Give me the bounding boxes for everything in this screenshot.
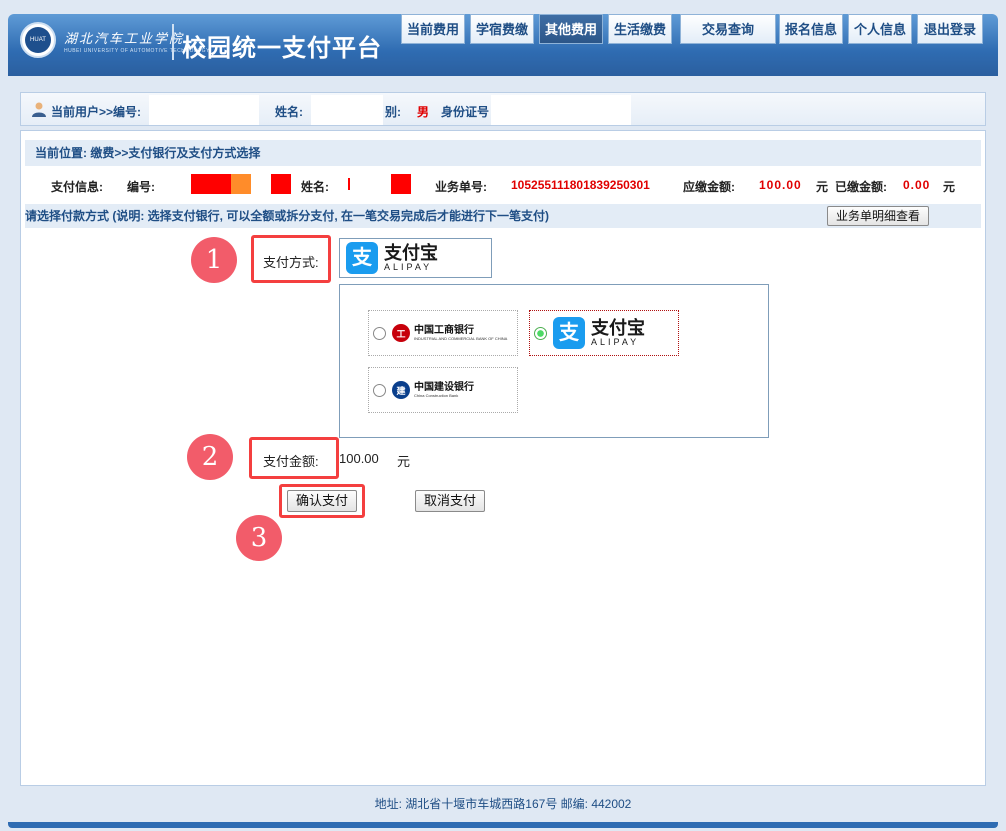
payinfo-due-label: 应缴金额: [683,180,735,194]
redacted-payinfo-id-3 [271,174,291,194]
icbc-logo-icon: 工 [392,324,410,342]
nav-tab-tuition[interactable]: 学宿费缴 [470,14,534,44]
radio-alipay[interactable] [534,326,547,340]
payinfo-paid-value: 0.00 [903,178,931,192]
pay-method-label: 支付方式: [263,255,319,270]
nav-tab-logout[interactable]: 退出登录 [917,14,983,44]
selected-alipay-badge: 支 支付宝 ALIPAY [346,242,438,274]
main-panel: 当前位置: 缴费>>支付银行及支付方式选择 支付信息: 编号: 姓名: 业务单号… [20,130,986,786]
footer-address: 地址: 湖北省十堰市车城西路167号 邮编: 442002 [20,786,986,822]
ccb-wordmark: 中国建设银行 China Construction Bank [414,382,474,398]
user-name-label: 姓名: [275,105,303,119]
gender-label: 别: [385,105,401,119]
icbc-wordmark: 中国工商银行 INDUSTRIAL AND COMMERCIAL BANK OF… [414,325,507,341]
payinfo-order-label: 业务单号: [435,180,487,194]
alipay-icon: 支 [346,242,378,274]
alipay-option-en: ALIPAY [591,337,640,347]
school-name: 湖北汽车工业学院 [64,32,185,47]
icbc-name: 中国工商银行 [414,325,474,336]
school-logo: HUAT [20,22,56,58]
payinfo-paid-unit: 元 [943,180,956,194]
amount-label: 支付金额: [263,454,319,469]
radio-icbc[interactable] [373,326,386,340]
redacted-id-number [491,95,631,125]
annotation-marker-1: 1 [191,237,237,283]
payinfo-label: 支付信息: [51,180,103,194]
payment-info-row: 支付信息: 编号: 姓名: 业务单号: 10525511180183925030… [21,174,985,196]
alipay-option-badge: 支 支付宝 ALIPAY [553,317,645,349]
icbc-en: INDUSTRIAL AND COMMERCIAL BANK OF CHINA [414,336,508,341]
alipay-option-cn: 支付宝 [591,318,645,338]
payinfo-due-unit: 元 [816,180,829,194]
redacted-payinfo-name-2 [391,174,411,194]
alipay-option-wordmark: 支付宝 ALIPAY [591,319,645,347]
redacted-id [149,95,259,125]
ccb-logo-icon: 建 [392,381,410,399]
bank-option-ccb[interactable]: 建 中国建设银行 China Construction Bank [368,367,518,413]
nav-tab-enrollment[interactable]: 报名信息 [779,14,843,44]
bank-option-icbc[interactable]: 工 中国工商银行 INDUSTRIAL AND COMMERCIAL BANK … [368,310,518,356]
bank-options-panel: 工 中国工商银行 INDUSTRIAL AND COMMERCIAL BANK … [339,284,769,438]
payinfo-paid-label: 已缴金额: [835,180,887,194]
header-banner: HUAT 湖北汽车工业学院 HUBEI UNIVERSITY OF AUTOMO… [8,14,998,76]
bottom-bar [8,822,998,828]
alipay-cn: 支付宝 [384,243,438,263]
user-info-bar: 当前用户>>编号: 姓名: 别: 男 身份证号 [20,92,986,126]
instruction-bar: 请选择付款方式 (说明: 选择支付银行, 可以全额或拆分支付, 在一笔交易完成后… [25,204,981,228]
alipay-option-icon: 支 [553,317,585,349]
redacted-payinfo-id-2 [231,174,251,194]
annotation-marker-3: 3 [236,515,282,561]
annotation-marker-2: 2 [187,434,233,480]
redacted-payinfo-id [191,174,231,194]
redacted-name [311,95,383,125]
current-user-label: 当前用户>>编号: [51,105,142,119]
redacted-payinfo-name-1 [348,178,350,190]
school-logo-inner: HUAT [25,27,51,53]
amount-value: 100.00 [339,451,379,466]
nav-tab-personal[interactable]: 个人信息 [848,14,912,44]
payinfo-name-label: 姓名: [301,180,329,194]
nav-tab-other-fees[interactable]: 其他费用 [539,14,603,44]
instruction-text: 请选择付款方式 (说明: 选择支付银行, 可以全额或拆分支付, 在一笔交易完成后… [25,209,549,223]
alipay-en: ALIPAY [384,262,433,272]
alipay-wordmark: 支付宝 ALIPAY [384,244,438,272]
user-icon [32,102,46,117]
nav-tab-current-fees[interactable]: 当前费用 [401,14,465,44]
ccb-name: 中国建设银行 [414,382,474,393]
pay-method-selected-box[interactable]: 支 支付宝 ALIPAY [339,238,492,278]
payinfo-order-value: 105255111801839250301 [511,178,650,192]
bank-option-alipay[interactable]: 支 支付宝 ALIPAY [529,310,679,356]
payinfo-due-value: 100.00 [759,178,802,192]
cancel-pay-button[interactable]: 取消支付 [415,490,486,512]
amount-unit: 元 [397,454,411,469]
radio-ccb[interactable] [373,383,386,397]
header-divider [172,24,174,60]
gender-value: 男 [417,105,430,119]
ccb-en: China Construction Bank [414,393,459,398]
breadcrumb: 当前位置: 缴费>>支付银行及支付方式选择 [25,140,981,166]
nav-tab-living[interactable]: 生活缴费 [608,14,672,44]
id-number-label: 身份证号 [441,105,490,119]
confirm-pay-button[interactable]: 确认支付 [287,490,358,512]
platform-title: 校园统一支付平台 [182,35,382,62]
payinfo-id-label: 编号: [127,180,155,194]
order-detail-button[interactable]: 业务单明细查看 [826,206,929,226]
nav-tab-transactions[interactable]: 交易查询 [680,14,776,44]
